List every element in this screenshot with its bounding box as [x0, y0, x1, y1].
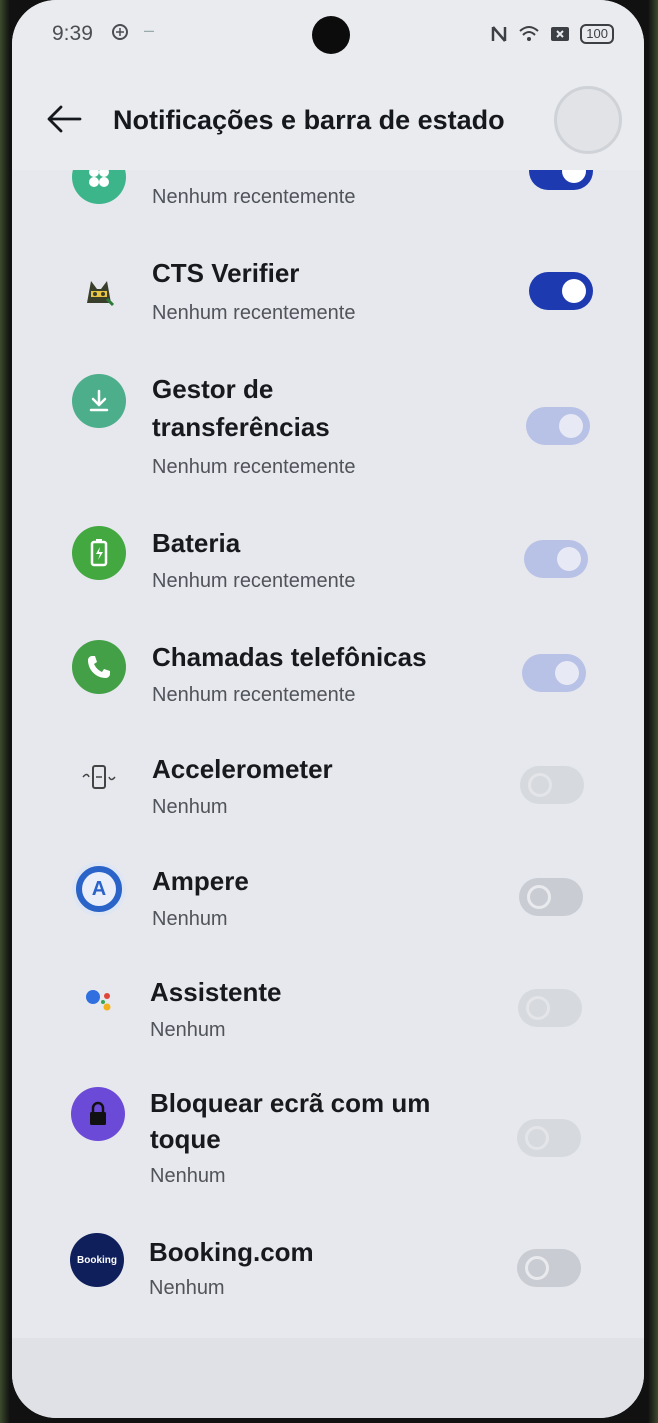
list-item[interactable]: Accelerometer Nenhum: [12, 750, 644, 830]
notification-toggle[interactable]: [524, 540, 588, 578]
notification-toggle[interactable]: [526, 407, 590, 445]
app-subtitle: Nenhum: [150, 1019, 226, 1041]
accelerometer-icon: [72, 750, 126, 804]
app-subtitle: Nenhum recentemente: [152, 684, 356, 706]
cts-verifier-icon: [72, 262, 126, 316]
list-item[interactable]: Booking Booking.com Nenhum: [12, 1233, 644, 1313]
app-subtitle: Nenhum recentemente: [152, 186, 356, 208]
app-name: Booking.com: [149, 1237, 314, 1267]
back-arrow-icon: [47, 105, 82, 133]
app-name: Bloquear ecrã com um toque: [150, 1088, 431, 1154]
screen: Nenhum recentemente CTS Verifier Nenhum …: [12, 0, 644, 1418]
list-item[interactable]: CTS Verifier Nenhum recentemente: [12, 252, 644, 342]
notification-toggle[interactable]: [522, 654, 586, 692]
booking-icon: Booking: [70, 1233, 124, 1287]
notification-toggle[interactable]: [529, 272, 593, 310]
app-subtitle: Nenhum recentemente: [152, 570, 356, 592]
app-name: Assistente: [150, 977, 282, 1007]
list-item[interactable]: Gestor de transferências Nenhum recentem…: [12, 370, 644, 490]
ampere-icon: A: [72, 862, 126, 916]
sim-icon: [551, 27, 570, 41]
app-name: Accelerometer: [152, 754, 333, 784]
app-subtitle: Nenhum: [149, 1277, 225, 1299]
front-camera: [312, 16, 350, 54]
lock-icon: [71, 1087, 125, 1141]
dash-icon: –: [144, 20, 155, 40]
app-subtitle: Nenhum recentemente: [152, 302, 356, 324]
list-item[interactable]: A Ampere Nenhum: [12, 862, 644, 942]
notification-toggle[interactable]: [518, 989, 582, 1027]
app-name: Chamadas telefônicas: [152, 642, 427, 672]
assistant-icon: [72, 973, 126, 1027]
battery-icon: [72, 526, 126, 580]
notification-toggle[interactable]: [517, 1249, 581, 1287]
list-item[interactable]: Bateria Nenhum recentemente: [12, 524, 644, 604]
app-name: Bateria: [152, 528, 241, 558]
list-item[interactable]: Bloquear ecrã com um toque Nenhum: [12, 1085, 644, 1205]
notification-toggle[interactable]: [517, 1119, 581, 1157]
status-bar: 9:39 – 100: [12, 0, 644, 70]
floating-assistive-button[interactable]: [554, 86, 622, 154]
page-title: Notificações e barra de estado: [113, 105, 505, 135]
status-icons: 100: [490, 24, 614, 44]
nfc-icon: [492, 26, 507, 42]
sync-icon: [110, 22, 130, 47]
download-icon: [72, 374, 126, 428]
app-name: CTS Verifier: [152, 258, 300, 288]
notification-toggle[interactable]: [520, 766, 584, 804]
app-name: Ampere: [152, 866, 249, 896]
battery-indicator: 100: [580, 24, 614, 44]
wifi-icon: [519, 26, 539, 41]
status-time: 9:39: [52, 22, 93, 45]
app-subtitle: Nenhum: [152, 796, 228, 818]
list-item[interactable]: Assistente Nenhum: [12, 973, 644, 1053]
booking-icon-text: Booking: [77, 1254, 117, 1266]
list-item[interactable]: Chamadas telefônicas Nenhum recentemente: [12, 638, 644, 718]
back-button[interactable]: [46, 104, 86, 134]
app-subtitle: Nenhum: [152, 908, 228, 930]
app-subtitle: Nenhum: [150, 1165, 226, 1187]
app-subtitle: Nenhum recentemente: [152, 456, 356, 478]
navigation-bar: [12, 1338, 644, 1418]
header: Notificações e barra de estado: [12, 70, 644, 170]
notification-toggle[interactable]: [519, 878, 583, 916]
phone-icon: [72, 640, 126, 694]
app-notification-list: Nenhum recentemente CTS Verifier Nenhum …: [12, 0, 644, 1418]
app-name: Gestor de transferências: [152, 374, 330, 442]
